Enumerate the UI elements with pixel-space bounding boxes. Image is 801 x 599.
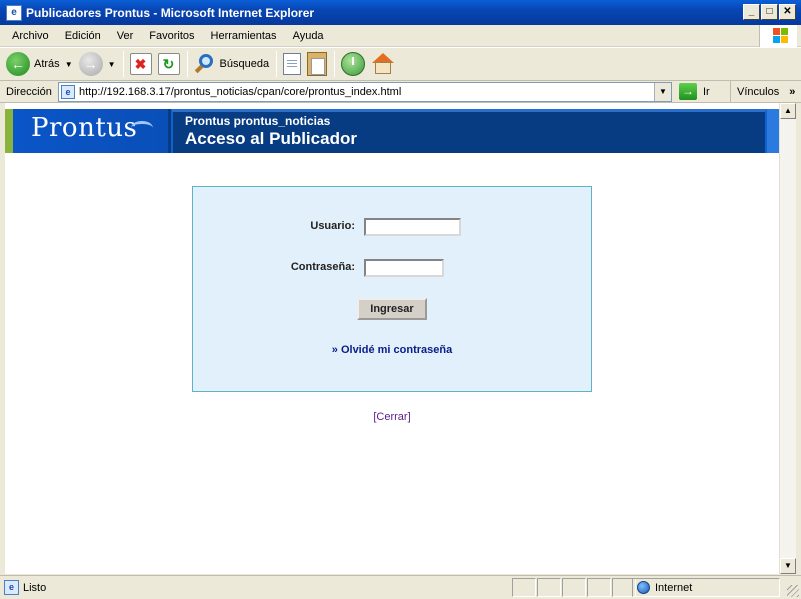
paste-button[interactable] (307, 52, 328, 76)
links-button[interactable]: Vínculos » (730, 81, 795, 103)
refresh-button[interactable]: ↻ (157, 53, 180, 75)
home-button[interactable] (371, 53, 395, 75)
header-title-box: Prontus prontus_noticias Acceso al Publi… (171, 109, 767, 153)
close-link[interactable]: [Cerrar] (5, 411, 779, 423)
password-input[interactable] (364, 259, 444, 277)
user-label: Usuario: (310, 220, 355, 232)
menu-ayuda[interactable]: Ayuda (285, 30, 332, 42)
window-title: Publicadores Prontus - Microsoft Interne… (26, 5, 315, 20)
toolbar-separator (122, 51, 124, 77)
toolbar-separator (186, 51, 188, 77)
scroll-up-icon[interactable]: ▲ (780, 103, 796, 119)
status-bar: e Listo Internet (0, 575, 801, 599)
search-label: Búsqueda (219, 58, 270, 70)
resize-grip-icon[interactable] (787, 585, 799, 597)
status-text: Listo (23, 581, 47, 594)
password-label: Contraseña: (290, 261, 355, 273)
toolbar: ← Atrás ▼ → ▼ ✖ ↻ Búsqueda (0, 47, 801, 81)
menu-ver[interactable]: Ver (109, 30, 142, 42)
page-icon: e (61, 85, 75, 99)
forward-button[interactable]: → ▼ (78, 52, 116, 76)
address-input[interactable]: e http://192.168.3.17/prontus_noticias/c… (58, 82, 672, 102)
page-subtitle: Prontus prontus_noticias (185, 114, 331, 128)
copy-icon (283, 53, 302, 75)
maximize-button[interactable]: □ (761, 4, 778, 20)
submit-button[interactable]: Ingresar (357, 298, 427, 320)
scroll-down-icon[interactable]: ▼ (780, 558, 796, 574)
stop-icon: ✖ (129, 53, 152, 75)
window-controls: _ □ ✕ (743, 4, 796, 20)
address-url[interactable]: http://192.168.3.17/prontus_noticias/cpa… (79, 86, 401, 98)
status-panels (512, 578, 637, 597)
zone-label: Internet (655, 581, 693, 594)
menu-favoritos[interactable]: Favoritos (141, 30, 202, 42)
copy-button[interactable] (283, 53, 302, 75)
back-arrow-icon: ← (6, 52, 30, 76)
search-button[interactable]: Búsqueda (194, 53, 270, 75)
history-button[interactable] (341, 52, 366, 76)
ie-icon: e (6, 4, 22, 21)
user-input[interactable] (364, 218, 461, 236)
back-button[interactable]: ← Atrás ▼ (6, 52, 73, 76)
menu-herramientas[interactable]: Herramientas (203, 30, 285, 42)
page-content: Prontus Prontus prontus_noticias Acceso … (5, 103, 779, 574)
page-header: Prontus Prontus prontus_noticias Acceso … (5, 109, 779, 153)
title-bar: e Publicadores Prontus - Microsoft Inter… (0, 0, 801, 25)
menu-bar: Archivo Edición Ver Favoritos Herramient… (0, 25, 801, 47)
minimize-button[interactable]: _ (743, 4, 760, 20)
home-icon (371, 53, 395, 75)
forgot-password-link[interactable]: » Olvidé mi contraseña (193, 344, 591, 356)
page-title: Acceso al Publicador (185, 129, 357, 148)
back-label: Atrás (34, 58, 60, 70)
search-icon (194, 53, 216, 75)
menu-archivo[interactable]: Archivo (4, 30, 57, 42)
login-form: Usuario: Contraseña: Ingresar » Olvidé m… (192, 186, 592, 392)
back-dropdown-icon[interactable]: ▼ (65, 60, 73, 69)
refresh-icon: ↻ (157, 53, 180, 75)
header-right-accent (767, 109, 779, 153)
header-accent (5, 109, 13, 153)
vertical-scrollbar[interactable]: ▲ ▼ (779, 103, 796, 574)
logo-area: Prontus (13, 109, 168, 153)
forward-dropdown-icon[interactable]: ▼ (108, 60, 116, 69)
address-dropdown-icon[interactable]: ▼ (654, 83, 671, 101)
go-button[interactable]: → Ir (679, 83, 710, 100)
chevron-right-icon: » (789, 86, 796, 98)
paste-icon (307, 52, 328, 76)
toolbar-separator (276, 51, 278, 77)
address-label: Dirección (6, 85, 52, 98)
forward-arrow-icon: → (78, 52, 103, 76)
logo-swoosh-icon (131, 121, 153, 135)
stop-button[interactable]: ✖ (129, 53, 152, 75)
address-bar: Dirección e http://192.168.3.17/prontus_… (0, 81, 801, 103)
prontus-logo: Prontus (31, 113, 138, 143)
history-icon (341, 52, 366, 76)
windows-logo-icon (759, 25, 797, 47)
go-arrow-icon: → (679, 83, 697, 100)
go-label: Ir (703, 85, 710, 98)
toolbar-separator (334, 51, 336, 77)
security-zone: Internet (632, 578, 780, 597)
status-page-icon: e (4, 580, 19, 595)
menu-edicion[interactable]: Edición (57, 30, 109, 42)
links-label: Vínculos (737, 86, 780, 98)
close-button[interactable]: ✕ (779, 4, 796, 20)
globe-icon (637, 581, 650, 594)
